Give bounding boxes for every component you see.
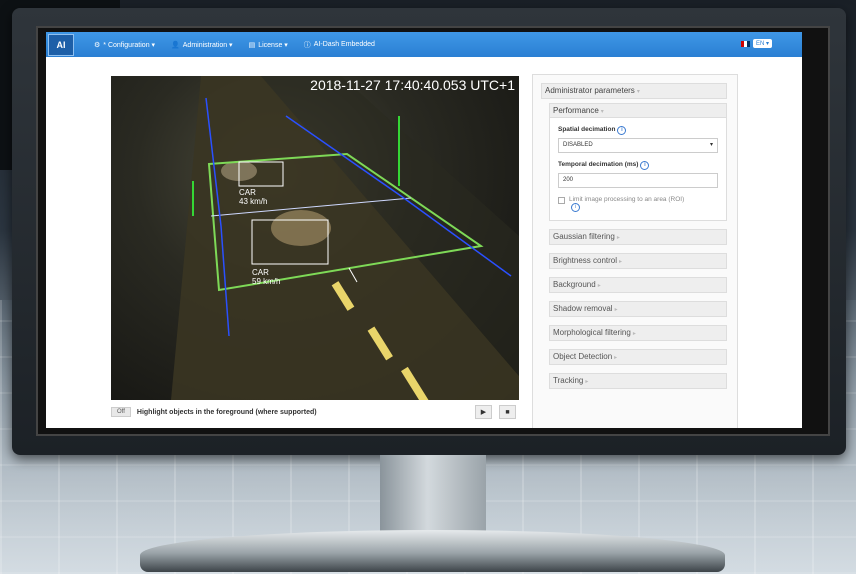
- monitor-base: [140, 530, 725, 572]
- admin-parameters-panel: Administrator parameters ▾ Performance ▾ S…: [532, 74, 738, 428]
- detection-class: CAR: [252, 268, 269, 277]
- section-label: Object Detection: [553, 352, 613, 361]
- section-brightness-control[interactable]: Brightness control ▸: [549, 253, 727, 269]
- detection-speed: 43 km/h: [239, 197, 268, 206]
- chevron-down-icon: ▾: [636, 89, 640, 95]
- video-overlay: [171, 76, 519, 400]
- section-label: Background: [553, 280, 596, 289]
- flag-icon: [740, 40, 750, 47]
- nav-configuration-label: * Configuration ▾: [103, 41, 156, 49]
- video-controls: Off Highlight objects in the foreground …: [111, 404, 519, 420]
- nav-administration[interactable]: 👤 Administration ▾: [171, 41, 233, 49]
- chevron-right-icon: ▸: [632, 331, 636, 337]
- app-logo[interactable]: AI: [48, 33, 74, 56]
- chevron-down-icon: ▾: [600, 109, 604, 115]
- chevron-right-icon: ▸: [619, 259, 623, 265]
- section-tracking[interactable]: Tracking ▸: [549, 373, 727, 389]
- info-circle-icon: ⓘ: [303, 41, 311, 49]
- nav-license[interactable]: ▤ License ▾: [249, 41, 288, 49]
- temporal-decimation-label: Temporal decimation (ms) i: [558, 161, 718, 170]
- roi-label: Limit image processing to an area (ROI) i: [569, 196, 684, 212]
- spatial-decimation-value: DISABLED: [563, 142, 593, 148]
- temporal-decimation-text: Temporal decimation (ms): [558, 161, 639, 168]
- license-icon: ▤: [248, 41, 256, 49]
- section-morphological-filtering[interactable]: Morphological filtering ▸: [549, 325, 727, 341]
- section-label: Tracking: [553, 376, 584, 385]
- stop-button[interactable]: ■: [499, 405, 516, 419]
- spatial-decimation-text: Spatial decimation: [558, 126, 616, 133]
- user-icon: 👤: [171, 41, 180, 49]
- chevron-right-icon: ▸: [597, 283, 601, 289]
- performance-body: Spatial decimation i DISABLED ▾ Temporal …: [550, 118, 726, 220]
- language-button[interactable]: EN ▾: [752, 39, 772, 48]
- section-label: Brightness control: [553, 256, 618, 265]
- performance-panel: Performance ▾ Spatial decimation i DISABLE…: [549, 103, 727, 221]
- admin-parameters-header[interactable]: Administrator parameters ▾: [541, 83, 727, 99]
- detection-label: CAR 59 km/h: [252, 268, 280, 286]
- performance-header[interactable]: Performance ▾: [550, 104, 726, 118]
- info-icon[interactable]: i: [617, 126, 627, 135]
- roi-checkbox-row[interactable]: Limit image processing to an area (ROI) i: [558, 196, 718, 212]
- highlight-toggle[interactable]: Off: [111, 407, 131, 417]
- nav-license-label: License ▾: [258, 41, 288, 49]
- chevron-down-icon: ▾: [709, 142, 713, 148]
- admin-parameters-title: Administrator parameters: [545, 86, 635, 95]
- section-label: Morphological filtering: [553, 328, 631, 337]
- language-selector[interactable]: EN ▾: [740, 39, 772, 48]
- detection-speed: 59 km/h: [252, 277, 281, 286]
- play-button[interactable]: ▶: [475, 405, 492, 419]
- temporal-decimation-input[interactable]: 200: [558, 173, 718, 188]
- detection-class: CAR: [239, 188, 256, 197]
- highlight-label: Highlight objects in the foreground (whe…: [136, 408, 317, 416]
- nav-ai-dash-label: AI-Dash Embedded: [313, 41, 375, 48]
- top-navbar: AI ⚙ * Configuration ▾ 👤 Administration …: [46, 32, 802, 57]
- chevron-right-icon: ▸: [585, 379, 589, 385]
- monitor-neck: [380, 455, 486, 535]
- detection-label: CAR 43 km/h: [239, 188, 267, 206]
- info-icon[interactable]: i: [571, 203, 580, 212]
- app-screen: AI ⚙ * Configuration ▾ 👤 Administration …: [46, 32, 802, 428]
- chevron-right-icon: ▸: [614, 307, 618, 313]
- chevron-right-icon: ▸: [614, 355, 618, 361]
- nav-configuration[interactable]: ⚙ * Configuration ▾: [94, 41, 155, 49]
- video-timestamp: 2018-11-27 17:40:40.053 UTC+1: [310, 77, 515, 93]
- gear-icon: ⚙: [94, 41, 101, 49]
- spatial-decimation-label: Spatial decimation i: [558, 126, 718, 135]
- headlight-glow: [271, 210, 331, 246]
- logo-text: AI: [56, 39, 66, 50]
- info-icon[interactable]: i: [640, 161, 650, 170]
- section-shadow-removal[interactable]: Shadow removal ▸: [549, 301, 727, 317]
- section-background[interactable]: Background ▸: [549, 277, 727, 293]
- video-feed[interactable]: 2018-11-27 17:40:40.053 UTC+1 CAR 43 km/…: [111, 76, 519, 400]
- section-label: Shadow removal: [553, 304, 613, 313]
- section-label: Gaussian filtering: [553, 232, 615, 241]
- section-object-detection[interactable]: Object Detection ▸: [549, 349, 727, 365]
- nav-administration-label: Administration ▾: [182, 41, 233, 49]
- section-gaussian-filtering[interactable]: Gaussian filtering ▸: [549, 229, 727, 245]
- nav-ai-dash[interactable]: ⓘ AI-Dash Embedded: [304, 40, 375, 50]
- chevron-right-icon: ▸: [616, 235, 620, 241]
- roi-checkbox[interactable]: [558, 197, 565, 204]
- performance-title: Performance: [553, 106, 599, 115]
- roi-text: Limit image processing to an area (ROI): [569, 196, 685, 203]
- spatial-decimation-select[interactable]: DISABLED ▾: [558, 138, 718, 153]
